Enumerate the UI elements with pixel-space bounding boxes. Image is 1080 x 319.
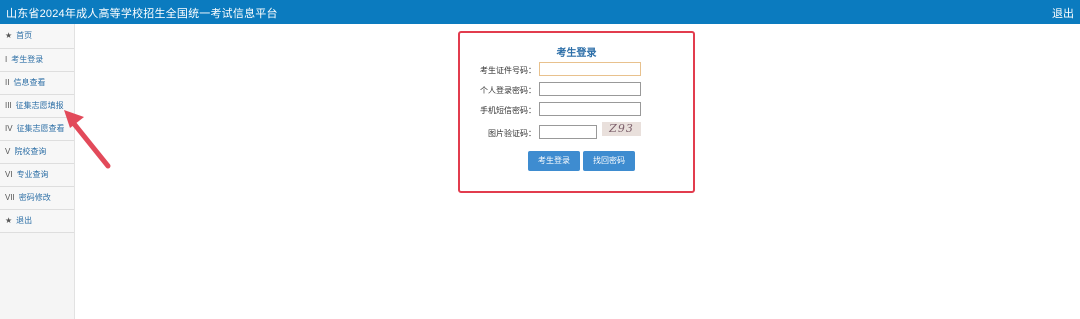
id-number-label: 考生证件号码：: [480, 66, 536, 75]
id-number-field[interactable]: [539, 62, 641, 76]
sidebar-item-info[interactable]: II 信息查看: [0, 72, 74, 95]
sidebar-item-label: 征集志愿填报: [15, 101, 64, 110]
sidebar-item-label: 征集志愿查看: [16, 124, 65, 133]
login-form-panel: 考生登录 考生证件号码： 个人登录密码： 手机短信密码： 图片验证码： Z93 …: [458, 31, 695, 193]
header-bar: 山东省2024年成人高等学校招生全国统一考试信息平台 退出: [0, 0, 1080, 24]
sidebar-item-label: 首页: [16, 31, 33, 40]
sidebar-item-label: 退出: [16, 216, 33, 225]
password-row: 个人登录密码：: [460, 82, 693, 98]
retrieve-password-button[interactable]: 找回密码: [583, 151, 635, 171]
header-logout-link[interactable]: 退出: [1052, 5, 1074, 21]
sidebar-item-logout[interactable]: ★ 退出: [0, 210, 74, 233]
captcha-field[interactable]: [539, 125, 597, 139]
sidebar-item-home[interactable]: ★ 首页: [0, 24, 74, 49]
password-field[interactable]: [539, 82, 641, 96]
sidebar-item-password-change[interactable]: VII 密码修改: [0, 187, 74, 210]
sidebar-item-login[interactable]: I 考生登录: [0, 49, 74, 72]
sidebar-item-number: VII: [5, 193, 15, 202]
sidebar-item-number: I: [5, 55, 8, 64]
sidebar-item-label: 密码修改: [18, 193, 51, 202]
sms-code-row: 手机短信密码：: [460, 102, 693, 118]
id-number-row: 考生证件号码：: [460, 62, 693, 78]
star-icon: ★: [5, 216, 13, 225]
sms-code-label: 手机短信密码：: [480, 106, 536, 115]
sidebar-item-label: 院校查询: [14, 147, 47, 156]
sidebar-item-number: III: [5, 101, 12, 110]
login-button[interactable]: 考生登录: [528, 151, 580, 171]
sidebar-item-number: II: [5, 78, 10, 87]
login-title: 考生登录: [556, 48, 597, 59]
password-label: 个人登录密码：: [480, 86, 536, 95]
sidebar-item-label: 考生登录: [11, 55, 44, 64]
sidebar-item-number: V: [5, 147, 11, 156]
sidebar-item-number: IV: [5, 124, 13, 133]
captcha-image[interactable]: Z93: [602, 122, 641, 136]
platform-title: 山东省2024年成人高等学校招生全国统一考试信息平台: [6, 8, 278, 20]
sidebar-nav: ★ 首页 I 考生登录 II 信息查看 III 征集志愿填报 IV 征集志愿查看 V 院校查…: [0, 24, 75, 319]
star-icon: ★: [5, 31, 13, 40]
sms-code-field[interactable]: [539, 102, 641, 116]
captcha-label: 图片验证码：: [488, 129, 536, 138]
sidebar-item-label: 专业查询: [16, 170, 49, 179]
sidebar-item-number: VI: [5, 170, 13, 179]
red-arrow-annotation: [64, 110, 111, 169]
captcha-row: 图片验证码： Z93: [460, 122, 693, 141]
sidebar-item-label: 信息查看: [13, 78, 46, 87]
